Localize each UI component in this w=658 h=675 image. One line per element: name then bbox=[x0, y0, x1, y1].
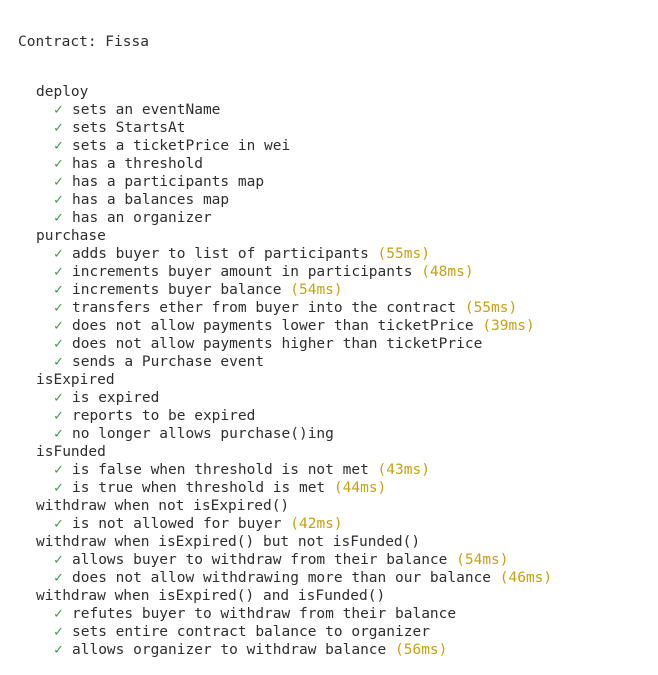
test-duration: (55ms) bbox=[464, 300, 518, 316]
checkmark-icon: ✓ bbox=[54, 552, 63, 568]
test-result-row: ✓ does not allow withdrawing more than ou… bbox=[0, 569, 658, 587]
test-duration: (48ms) bbox=[421, 264, 474, 280]
test-result-row: ✓ transfers ether from buyer into the con… bbox=[0, 299, 658, 317]
suite-title: withdraw when not isExpired() bbox=[36, 498, 290, 514]
suite-title: isExpired bbox=[36, 372, 115, 388]
test-title: increments buyer balance bbox=[72, 282, 282, 298]
test-title: allows organizer to withdraw balance bbox=[72, 642, 387, 658]
test-title: sets entire contract balance to organize… bbox=[72, 624, 430, 640]
test-title: has a balances map bbox=[72, 192, 230, 208]
test-title: reports to be expired bbox=[72, 408, 256, 424]
checkmark-icon: ✓ bbox=[54, 516, 63, 532]
test-title: has a participants map bbox=[72, 174, 265, 190]
test-duration: (56ms) bbox=[395, 642, 448, 658]
test-result-row: ✓ sets an eventName bbox=[0, 101, 658, 119]
test-title: sets an eventName bbox=[72, 102, 221, 118]
test-result-row: ✓ is true when threshold is met (44ms) bbox=[0, 479, 658, 497]
checkmark-icon: ✓ bbox=[54, 192, 63, 208]
checkmark-icon: ✓ bbox=[54, 462, 63, 478]
test-result-row: ✓ does not allow payments higher than tic… bbox=[0, 335, 658, 353]
suite-title: deploy bbox=[36, 84, 89, 100]
test-title: does not allow withdrawing more than our… bbox=[72, 570, 492, 586]
checkmark-icon: ✓ bbox=[54, 156, 63, 172]
suite-title: withdraw when isExpired() and isFunded() bbox=[36, 588, 386, 604]
test-result-row: ✓ allows buyer to withdraw from their bal… bbox=[0, 551, 658, 569]
test-result-row: ✓ is expired bbox=[0, 389, 658, 407]
checkmark-icon: ✓ bbox=[54, 282, 63, 298]
test-result-row: ✓ adds buyer to list of participants (55m… bbox=[0, 245, 658, 263]
test-result-row: ✓ is false when threshold is not met (43m… bbox=[0, 461, 658, 479]
test-title: does not allow payments higher than tick… bbox=[72, 336, 483, 352]
test-duration: (54ms) bbox=[290, 282, 343, 298]
test-result-row: ✓ does not allow payments lower than tick… bbox=[0, 317, 658, 335]
test-title: has an organizer bbox=[72, 210, 212, 226]
test-duration: (42ms) bbox=[290, 516, 343, 532]
test-result-row: ✓ refutes buyer to withdraw from their ba… bbox=[0, 605, 658, 623]
test-duration: (46ms) bbox=[499, 570, 553, 586]
checkmark-icon: ✓ bbox=[54, 480, 63, 496]
test-suites: deploy ✓ sets an eventName ✓ sets StartsAt ✓ s… bbox=[0, 83, 658, 659]
test-result-row: ✓ is not allowed for buyer (42ms) bbox=[0, 515, 658, 533]
test-result-row: ✓ sets entire contract balance to organiz… bbox=[0, 623, 658, 641]
test-duration: (44ms) bbox=[333, 480, 387, 496]
test-title: increments buyer amount in participants bbox=[72, 264, 413, 280]
test-title: sets StartsAt bbox=[72, 120, 186, 136]
test-title: has a threshold bbox=[72, 156, 203, 172]
test-result-row: ✓ has a threshold bbox=[0, 155, 658, 173]
test-duration: (54ms) bbox=[456, 552, 509, 568]
checkmark-icon: ✓ bbox=[54, 570, 63, 586]
test-result-row: ✓ sets a ticketPrice in wei bbox=[0, 137, 658, 155]
test-result-row: ✓ has an organizer bbox=[0, 209, 658, 227]
test-title: adds buyer to list of participants bbox=[72, 246, 369, 262]
checkmark-icon: ✓ bbox=[54, 624, 63, 640]
checkmark-icon: ✓ bbox=[54, 642, 63, 658]
test-result-row: ✓ sends a Purchase event bbox=[0, 353, 658, 371]
checkmark-icon: ✓ bbox=[54, 408, 63, 424]
test-duration: (55ms) bbox=[377, 246, 430, 262]
checkmark-icon: ✓ bbox=[54, 606, 63, 622]
checkmark-icon: ✓ bbox=[54, 318, 63, 334]
suite-title: purchase bbox=[36, 228, 106, 244]
test-result-row: ✓ has a balances map bbox=[0, 191, 658, 209]
suite-title: withdraw when isExpired() but not isFund… bbox=[36, 534, 421, 550]
test-title: sends a Purchase event bbox=[72, 354, 265, 370]
test-title: transfers ether from buyer into the cont… bbox=[72, 300, 457, 316]
test-result-row: ✓ allows organizer to withdraw balance (5… bbox=[0, 641, 658, 659]
checkmark-icon: ✓ bbox=[54, 264, 63, 280]
test-title: refutes buyer to withdraw from their bal… bbox=[72, 606, 457, 622]
test-title: does not allow payments lower than ticke… bbox=[72, 318, 474, 334]
test-result-row: ✓ sets StartsAt bbox=[0, 119, 658, 137]
test-result-row: ✓ no longer allows purchase()ing bbox=[0, 425, 658, 443]
test-title: is expired bbox=[72, 390, 160, 406]
contract-title: Contract: Fissa bbox=[18, 34, 149, 50]
test-title: is false when threshold is not met bbox=[72, 462, 369, 478]
test-title: is not allowed for buyer bbox=[72, 516, 282, 532]
checkmark-icon: ✓ bbox=[54, 102, 63, 118]
checkmark-icon: ✓ bbox=[54, 390, 63, 406]
checkmark-icon: ✓ bbox=[54, 336, 63, 352]
test-duration: (43ms) bbox=[377, 462, 430, 478]
test-title: no longer allows purchase()ing bbox=[72, 426, 334, 442]
test-result-row: ✓ increments buyer balance (54ms) bbox=[0, 281, 658, 299]
test-duration: (39ms) bbox=[482, 318, 535, 334]
test-title: allows buyer to withdraw from their bala… bbox=[72, 552, 448, 568]
test-title: is true when threshold is met bbox=[72, 480, 326, 496]
terminal-output: Contract: Fissa deploy ✓ sets an eventName… bbox=[0, 0, 658, 658]
test-result-row: ✓ reports to be expired bbox=[0, 407, 658, 425]
suite-title: isFunded bbox=[36, 444, 106, 460]
checkmark-icon: ✓ bbox=[54, 246, 63, 262]
checkmark-icon: ✓ bbox=[54, 354, 63, 370]
test-title: sets a ticketPrice in wei bbox=[72, 138, 291, 154]
checkmark-icon: ✓ bbox=[54, 426, 63, 442]
checkmark-icon: ✓ bbox=[54, 174, 63, 190]
test-result-row: ✓ increments buyer amount in participants… bbox=[0, 263, 658, 281]
test-result-row: ✓ has a participants map bbox=[0, 173, 658, 191]
checkmark-icon: ✓ bbox=[54, 210, 63, 226]
checkmark-icon: ✓ bbox=[54, 120, 63, 136]
checkmark-icon: ✓ bbox=[54, 300, 63, 316]
checkmark-icon: ✓ bbox=[54, 138, 63, 154]
